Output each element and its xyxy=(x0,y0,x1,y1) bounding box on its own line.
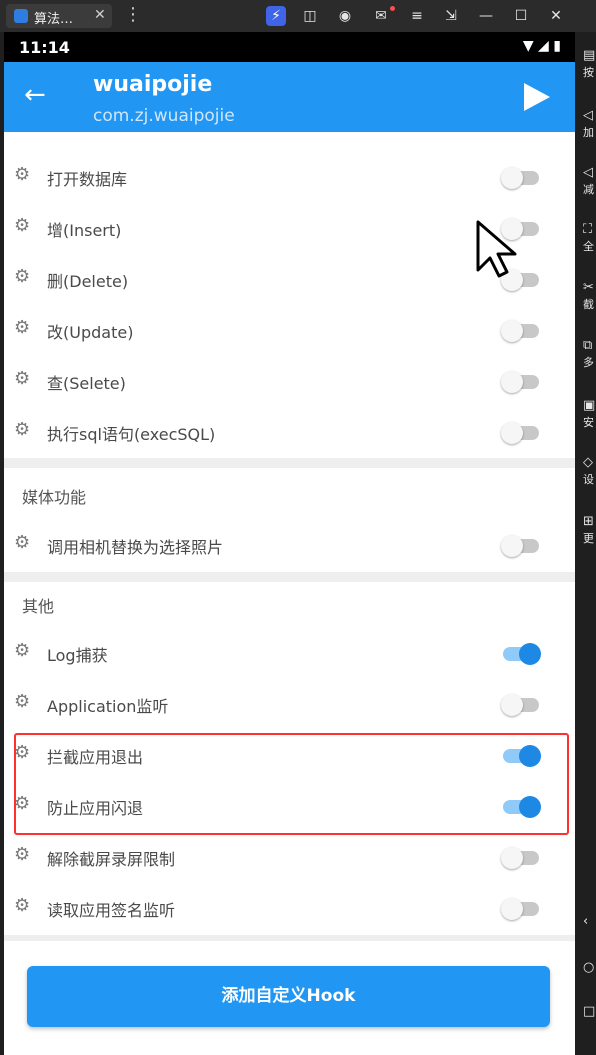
section-title-other: 其他 xyxy=(22,597,55,616)
wifi-icon: ▼ xyxy=(522,38,534,54)
section-divider xyxy=(4,935,575,941)
fullscreen-icon: ⛶ xyxy=(583,222,593,237)
gears-icon: ⚙ xyxy=(14,844,31,865)
toggle-switch[interactable] xyxy=(501,369,541,395)
gears-icon: ⚙ xyxy=(14,164,31,185)
sidebar-item-settings[interactable]: ◇ 设 xyxy=(583,455,594,487)
signal-icon: ◢ xyxy=(538,38,549,54)
toggle-switch[interactable] xyxy=(501,896,541,922)
annotation-highlight-box xyxy=(14,733,569,835)
item-label: 查(Selete) xyxy=(47,374,126,393)
phone-screen: 11:14 ▼ ◢ ▮ ← wuaipojie com.zj.wuaipojie… xyxy=(4,32,575,1055)
toggle-switch[interactable] xyxy=(501,641,541,667)
section-divider xyxy=(4,458,575,468)
sidebar-item-volume-up[interactable]: ◁ 加 xyxy=(583,108,594,140)
emulator-title-bar: 算法… ✕ ⋮ ⚡ ◫ ◉ ✉ ≡ ⇲ — ☐ ✕ xyxy=(0,0,596,32)
app-icon xyxy=(14,9,28,23)
close-icon[interactable]: ✕ xyxy=(546,6,566,26)
back-arrow-icon[interactable]: ← xyxy=(24,82,46,108)
status-time: 11:14 xyxy=(19,38,70,57)
section-divider xyxy=(4,572,575,582)
account-icon[interactable]: ◉ xyxy=(335,6,355,26)
item-label: 执行sql语句(execSQL) xyxy=(47,425,216,444)
emulator-sidebar: ▤ 按 ◁ 加 ◁ 减 ⛶ 全 ✂ 截 ⧉ 多 ▣ 安 ◇ 设 ⊞ 更 ‹ ○ □ xyxy=(577,32,596,1055)
app-bar: ← wuaipojie com.zj.wuaipojie xyxy=(4,62,575,132)
gears-icon: ⚙ xyxy=(14,532,31,553)
toggle-switch[interactable] xyxy=(501,420,541,446)
section-title-media: 媒体功能 xyxy=(22,488,87,507)
volume-up-icon: ◁ xyxy=(583,108,593,123)
list-item[interactable]: ⚙ 调用相机替换为选择照片 xyxy=(4,520,575,571)
sidebar-item-volume-down[interactable]: ◁ 减 xyxy=(583,165,594,197)
toggle-switch[interactable] xyxy=(501,533,541,559)
play-icon[interactable] xyxy=(524,83,550,111)
gamepad-icon[interactable]: ◫ xyxy=(300,6,320,26)
app-package: com.zj.wuaipojie xyxy=(93,106,235,126)
sidebar-item-install[interactable]: ▣ 安 xyxy=(583,398,595,430)
list-item[interactable]: ⚙ 查(Selete) xyxy=(4,356,575,407)
bolt-icon[interactable]: ⚡ xyxy=(266,6,286,26)
menu-icon[interactable]: ≡ xyxy=(407,6,427,26)
gears-icon: ⚙ xyxy=(14,419,31,440)
keyboard-icon: ▤ xyxy=(583,48,596,63)
scissors-icon: ✂ xyxy=(583,280,594,295)
minimize-icon[interactable]: — xyxy=(476,6,496,26)
multi-window-icon: ⧉ xyxy=(583,338,593,353)
item-label: Log捕获 xyxy=(47,646,108,665)
sidebar-item-more[interactable]: ⊞ 更 xyxy=(583,514,594,546)
item-label: 读取应用签名监听 xyxy=(47,901,176,920)
item-label: 增(Insert) xyxy=(47,221,122,240)
browser-tab[interactable]: 算法… ✕ xyxy=(6,4,112,28)
list-item[interactable]: ⚙ Log捕获 xyxy=(4,628,575,679)
sidebar-item-fullscreen[interactable]: ⛶ 全 xyxy=(583,222,594,254)
maximize-icon[interactable]: ☐ xyxy=(511,6,531,26)
kebab-icon[interactable]: ⋮ xyxy=(124,4,142,25)
list-item[interactable]: ⚙ 改(Update) xyxy=(4,305,575,356)
sidebar-item-screenshot[interactable]: ✂ 截 xyxy=(583,280,594,312)
gears-icon: ⚙ xyxy=(14,691,31,712)
gears-icon: ⚙ xyxy=(14,317,31,338)
gears-icon: ⚙ xyxy=(14,368,31,389)
add-custom-hook-button[interactable]: 添加自定义Hook xyxy=(27,966,550,1027)
list-item[interactable]: ⚙ 读取应用签名监听 xyxy=(4,883,575,934)
toggle-switch[interactable] xyxy=(501,165,541,191)
notification-dot xyxy=(390,6,395,11)
tab-title: 算法… xyxy=(34,12,74,27)
gears-icon: ⚙ xyxy=(14,640,31,661)
toggle-switch[interactable] xyxy=(501,318,541,344)
status-icons: ▼ ◢ ▮ xyxy=(523,38,561,54)
gears-icon: ⚙ xyxy=(14,266,31,287)
item-label: Application监听 xyxy=(47,697,169,716)
app-title: wuaipojie xyxy=(93,72,213,97)
item-label: 调用相机替换为选择照片 xyxy=(47,538,224,557)
tab-close-icon[interactable]: ✕ xyxy=(94,7,106,23)
screen-icon[interactable]: ⇲ xyxy=(441,6,461,26)
item-label: 解除截屏录屏限制 xyxy=(47,850,176,869)
list-item[interactable]: ⚙ 解除截屏录屏限制 xyxy=(4,832,575,883)
battery-icon: ▮ xyxy=(553,38,561,54)
sidebar-recent-icon[interactable]: □ xyxy=(583,1004,595,1020)
toggle-switch[interactable] xyxy=(501,692,541,718)
settings-icon: ◇ xyxy=(583,455,593,470)
sidebar-back-icon[interactable]: ‹ xyxy=(583,914,588,930)
list-item[interactable]: ⚙ 执行sql语句(execSQL) xyxy=(4,407,575,458)
status-bar: 11:14 ▼ ◢ ▮ xyxy=(4,32,575,62)
item-label: 改(Update) xyxy=(47,323,134,342)
list-item[interactable]: ⚙ 打开数据库 xyxy=(4,152,575,203)
gears-icon: ⚙ xyxy=(14,215,31,236)
sidebar-home-icon[interactable]: ○ xyxy=(583,960,594,976)
install-icon: ▣ xyxy=(583,398,596,413)
sidebar-item-keys[interactable]: ▤ 按 xyxy=(583,48,595,80)
more-icon: ⊞ xyxy=(583,514,594,529)
item-label: 打开数据库 xyxy=(47,170,128,189)
gears-icon: ⚙ xyxy=(14,895,31,916)
sidebar-item-multi[interactable]: ⧉ 多 xyxy=(583,338,594,370)
list-item[interactable]: ⚙ Application监听 xyxy=(4,679,575,730)
toggle-switch[interactable] xyxy=(501,845,541,871)
item-label: 删(Delete) xyxy=(47,272,129,291)
mouse-cursor-icon xyxy=(476,220,517,278)
volume-down-icon: ◁ xyxy=(583,165,593,180)
mail-icon[interactable]: ✉ xyxy=(371,6,391,26)
